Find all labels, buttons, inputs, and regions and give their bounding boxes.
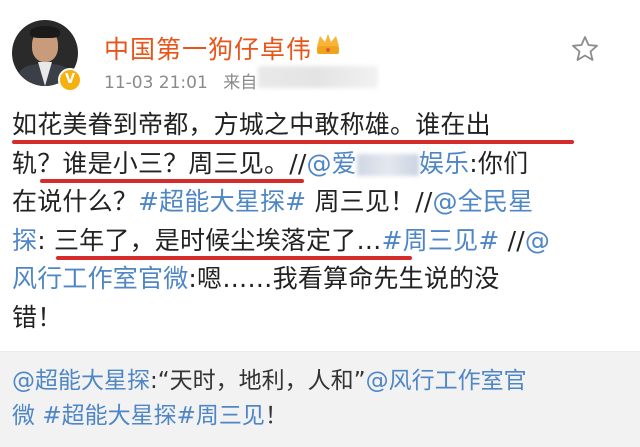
- avatar-hair: [30, 26, 60, 38]
- body-line-5: 风行工作室官微:嗯……我看算命先生说的没: [12, 260, 602, 299]
- body-text: :你们: [469, 148, 529, 178]
- underline-highlight: [40, 179, 304, 183]
- mention-link[interactable]: 探: [12, 226, 37, 255]
- body-line-1: 如花美眷到帝都，方城之中敢称雄。谁在出: [12, 106, 602, 145]
- blurred-text: [356, 153, 419, 176]
- body-line-2: 轨？谁是小三？周三见。//@爱 娱乐:你们: [12, 145, 602, 184]
- mention-link[interactable]: @爱: [306, 149, 356, 178]
- body-text: : 三年了，是时候尘埃落定了…: [37, 225, 382, 255]
- underline-highlight: [56, 256, 412, 260]
- repost-line-2: 微 #超能大星探#周三见！: [12, 399, 622, 434]
- repost-content: @超能大星探:“天时，地利，人和”@风行工作室官 微 #超能大星探#周三见！: [12, 364, 622, 434]
- star-icon[interactable]: [570, 34, 600, 64]
- body-line-3: 在说什么？#超能大星探# 周三见！//@全民星: [12, 183, 602, 222]
- mention-link[interactable]: 微: [12, 403, 35, 429]
- body-line-4: 探: 三年了，是时候尘埃落定了…#周三见# //@: [12, 222, 602, 261]
- body-text: 轨？谁是小三？周三见。//: [12, 148, 307, 178]
- blurred-source: [258, 66, 378, 88]
- mention-link[interactable]: @: [525, 226, 550, 255]
- body-text: 如花美眷到帝都，方城之中敢称雄。谁在出: [12, 110, 491, 139]
- hashtag-link[interactable]: #周三见#: [382, 226, 500, 255]
- verified-icon: V: [58, 68, 82, 92]
- post-timestamp: 11-03 21:01: [104, 73, 208, 93]
- underline-highlight: [12, 140, 574, 144]
- body-text: //: [499, 225, 525, 255]
- mention-link[interactable]: @风行工作室官: [366, 368, 527, 394]
- author-name[interactable]: 中国第一狗仔卓伟: [104, 30, 312, 66]
- hashtag-link[interactable]: #超能大星探#周三见: [42, 403, 265, 429]
- repost-text: :“天时，地利，人和”: [150, 368, 366, 394]
- post-meta: 11-03 21:01 来自: [104, 68, 257, 93]
- body-text: :嗯……我看算命先生说的没: [188, 264, 500, 293]
- crown-icon: [317, 34, 339, 54]
- body-text: 错！: [12, 302, 63, 332]
- repost-line-1: @超能大星探:“天时，地利，人和”@风行工作室官: [12, 364, 622, 399]
- mention-link[interactable]: @超能大星探: [12, 368, 150, 394]
- post-source-label: 来自: [223, 73, 258, 93]
- body-text: 在说什么？: [12, 187, 139, 216]
- hashtag-link[interactable]: #超能大星探#: [138, 187, 306, 216]
- repost-box[interactable]: @超能大星探:“天时，地利，人和”@风行工作室官 微 #超能大星探#周三见！: [0, 352, 640, 447]
- body-line-6: 错！: [12, 299, 602, 338]
- repost-text: ！: [264, 403, 288, 429]
- body-text: 周三见！//: [306, 187, 433, 216]
- mention-link[interactable]: @全民星: [433, 187, 534, 216]
- mention-link-tail[interactable]: 娱乐: [419, 149, 469, 178]
- mention-link[interactable]: 风行工作室官微: [12, 264, 188, 293]
